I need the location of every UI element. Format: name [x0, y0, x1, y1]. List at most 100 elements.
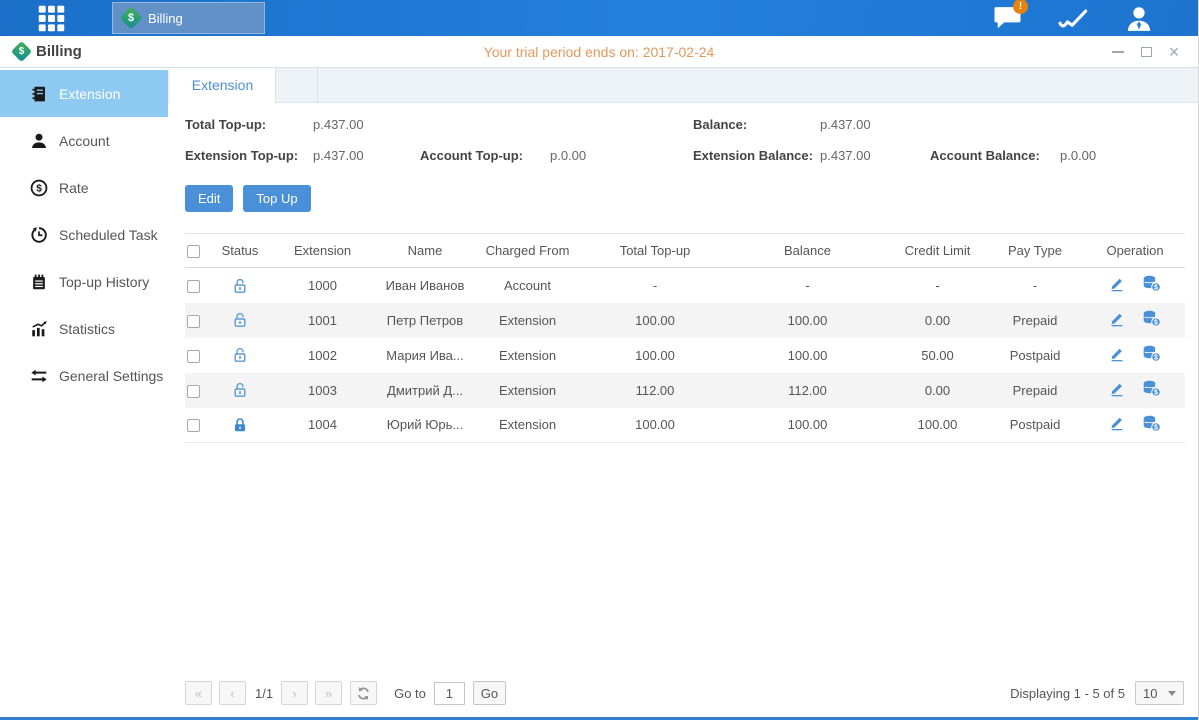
cell-balance: 112.00 [725, 373, 890, 408]
svg-text:$: $ [1154, 355, 1158, 362]
topup-icon[interactable]: $ [1142, 415, 1161, 435]
cell-balance: 100.00 [725, 408, 890, 443]
extension-topup-value: p.437.00 [313, 147, 420, 165]
sidebar-item-label: Rate [59, 180, 89, 196]
cell-name: Мария Ива... [380, 338, 470, 373]
user-account-button[interactable] [1122, 3, 1156, 33]
lock-status-icon [232, 312, 248, 327]
svg-text:$: $ [36, 183, 42, 194]
column-header-extension: Extension [265, 234, 380, 268]
window-title: Billing [36, 43, 82, 60]
sidebar-item-rate[interactable]: $ Rate [0, 164, 168, 211]
table-row: 1004 Юрий Юрь... Extension 100.00 100.00… [185, 408, 1185, 443]
main-area: Extension Total Top-up: p.437.00 Balance… [168, 68, 1198, 720]
row-checkbox[interactable] [187, 350, 200, 363]
column-header-operation: Operation [1085, 234, 1185, 268]
cell-pay-type: Postpaid [985, 338, 1085, 373]
svg-text:$: $ [1154, 424, 1158, 431]
cell-credit-limit: - [890, 268, 985, 303]
account-icon [30, 132, 48, 150]
lock-status-icon [232, 277, 248, 292]
refresh-button[interactable] [350, 681, 377, 705]
cell-name: Дмитрий Д... [380, 373, 470, 408]
topbar-right: ! [990, 3, 1156, 33]
refresh-icon [356, 686, 371, 701]
account-topup-value: p.0.00 [550, 147, 693, 165]
prev-page-button[interactable]: ‹ [219, 681, 246, 705]
edit-icon[interactable] [1109, 415, 1125, 434]
notification-badge: ! [1013, 0, 1028, 14]
edit-icon[interactable] [1109, 346, 1125, 365]
desktop-topbar: $ Billing ! [0, 0, 1198, 36]
go-button[interactable]: Go [473, 681, 506, 705]
edit-icon[interactable] [1109, 381, 1125, 400]
sidebar-item-extension[interactable]: Extension [0, 70, 168, 117]
select-all-checkbox[interactable] [187, 245, 200, 258]
column-header-credit-limit: Credit Limit [890, 234, 985, 268]
cell-credit-limit: 100.00 [890, 408, 985, 443]
goto-page-input[interactable] [434, 682, 465, 705]
balance-value: p.437.00 [820, 116, 930, 134]
row-checkbox[interactable] [187, 280, 200, 293]
row-checkbox[interactable] [187, 419, 200, 432]
cell-balance: 100.00 [725, 338, 890, 373]
line-chart-icon [1057, 5, 1090, 32]
sidebar-item-label: Account [59, 133, 110, 149]
minimize-button[interactable] [1110, 44, 1126, 60]
topup-icon[interactable]: $ [1142, 345, 1161, 365]
row-checkbox[interactable] [187, 385, 200, 398]
page-indicator: 1/1 [255, 686, 273, 701]
tab-bar: Extension [168, 68, 1198, 103]
first-page-button[interactable]: « [185, 681, 212, 705]
action-buttons: Edit Top Up [185, 185, 1184, 212]
extension-topup-label: Extension Top-up: [185, 147, 313, 165]
page-size-select[interactable]: 10 [1135, 681, 1184, 705]
tab-extension[interactable]: Extension [170, 68, 276, 103]
cell-pay-type: Postpaid [985, 408, 1085, 443]
table-row: 1000 Иван Иванов Account - - - - $ [185, 268, 1185, 303]
maximize-button[interactable] [1138, 44, 1154, 60]
topup-icon[interactable]: $ [1142, 275, 1161, 295]
taskbar-item-billing[interactable]: $ Billing [112, 2, 265, 34]
cell-extension: 1001 [265, 303, 380, 338]
resource-monitor-button[interactable] [1056, 3, 1090, 33]
cell-charged-from: Account [470, 268, 585, 303]
notifications-button[interactable]: ! [990, 3, 1024, 33]
goto-label: Go to [394, 686, 426, 701]
cell-total-topup: - [585, 268, 725, 303]
topup-icon[interactable]: $ [1142, 310, 1161, 330]
grid-icon [38, 5, 65, 32]
sidebar-item-label: Top-up History [59, 274, 149, 290]
lock-status-icon [232, 416, 248, 431]
column-header-status: Status [215, 234, 265, 268]
sidebar-item-general-settings[interactable]: General Settings [0, 352, 168, 399]
app-launcher-button[interactable] [34, 3, 68, 33]
cell-charged-from: Extension [470, 303, 585, 338]
edit-icon[interactable] [1109, 311, 1125, 330]
top-up-button[interactable]: Top Up [243, 185, 310, 212]
sidebar-item-statistics[interactable]: Statistics [0, 305, 168, 352]
sidebar-item-topup-history[interactable]: Top-up History [0, 258, 168, 305]
pagination-bar: « ‹ 1/1 › » Go to Go Displaying 1 - 5 of… [185, 680, 1184, 706]
sidebar-item-scheduled-task[interactable]: Scheduled Task [0, 211, 168, 258]
close-button[interactable]: × [1166, 44, 1182, 60]
lock-status-icon [232, 347, 248, 362]
content-panel: Total Top-up: p.437.00 Balance: p.437.00… [168, 103, 1198, 720]
topup-history-icon [30, 273, 48, 291]
account-balance-value: p.0.00 [1060, 147, 1184, 165]
sidebar-item-account[interactable]: Account [0, 117, 168, 164]
edit-icon[interactable] [1109, 276, 1125, 295]
edit-button[interactable]: Edit [185, 185, 233, 212]
last-page-button[interactable]: » [315, 681, 342, 705]
topup-icon[interactable]: $ [1142, 380, 1161, 400]
cell-pay-type: Prepaid [985, 303, 1085, 338]
cell-extension: 1003 [265, 373, 380, 408]
billing-summary: Total Top-up: p.437.00 Balance: p.437.00… [185, 116, 1184, 165]
cell-extension: 1002 [265, 338, 380, 373]
row-checkbox[interactable] [187, 315, 200, 328]
column-header-pay-type: Pay Type [985, 234, 1085, 268]
total-topup-label: Total Top-up: [185, 116, 313, 134]
statistics-icon [30, 320, 48, 338]
cell-total-topup: 100.00 [585, 303, 725, 338]
next-page-button[interactable]: › [281, 681, 308, 705]
